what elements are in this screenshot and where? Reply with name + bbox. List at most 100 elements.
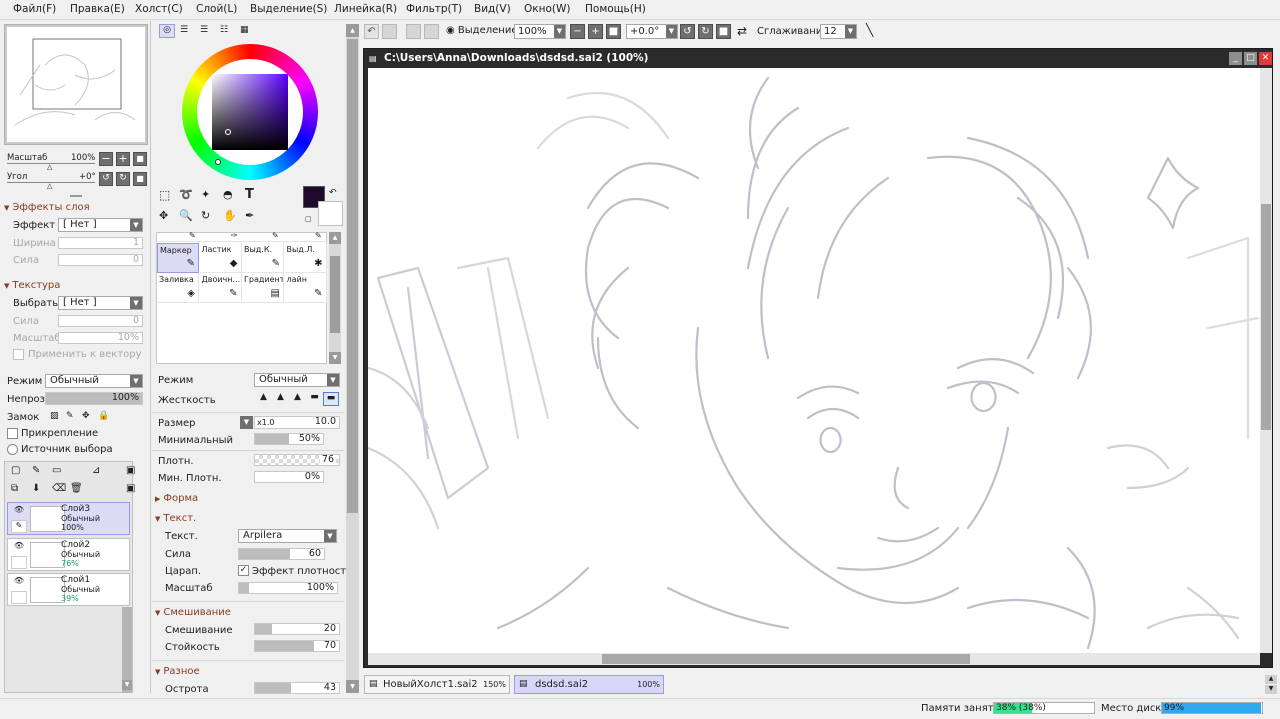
sharpness-slider[interactable]: 43: [254, 682, 340, 694]
document-tab-active[interactable]: ▤ dsdsd.sai2 100%: [514, 675, 664, 694]
effect-strength-slider[interactable]: 0: [58, 254, 143, 266]
brush-texture-dropdown[interactable]: Arpilera ▼: [238, 529, 337, 543]
rotate-left-button[interactable]: ↺: [680, 24, 695, 39]
transparent-color-icon[interactable]: ▢: [305, 215, 312, 223]
mixer-tab-icon[interactable]: ☷: [220, 25, 228, 35]
zoom-reset-button[interactable]: ■: [606, 24, 621, 39]
merge-down-icon[interactable]: ⬇: [32, 483, 40, 494]
texture-strength-slider[interactable]: 0: [58, 315, 143, 327]
tool-eraser[interactable]: Ластик ◆: [199, 243, 242, 273]
scroll-up-icon[interactable]: ▲: [346, 24, 359, 37]
hardness-1-icon[interactable]: ▲: [256, 392, 271, 406]
tabs-scroll-up-icon[interactable]: ▲: [1265, 675, 1277, 684]
effect-width-slider[interactable]: 1: [58, 237, 143, 249]
saturation-value-square[interactable]: [212, 74, 288, 150]
tex-strength-slider[interactable]: 60: [238, 548, 325, 560]
rotate-tool-icon[interactable]: ↻: [201, 209, 210, 222]
new-vector-layer-icon[interactable]: ✎: [32, 465, 40, 476]
scroll-down-icon[interactable]: ▼: [329, 352, 341, 364]
lock-transparency-icon[interactable]: ▨: [50, 411, 59, 421]
new-layer-icon[interactable]: ▢: [11, 465, 20, 476]
rotate-reset-button[interactable]: ■: [716, 24, 731, 39]
hand-icon[interactable]: ✋: [223, 209, 237, 222]
scroll-thumb[interactable]: [330, 256, 340, 333]
tool-select-pen[interactable]: Выд.К. ✎: [242, 243, 284, 273]
effect-dropdown[interactable]: [ Нет ] ▼: [58, 218, 143, 232]
swap-colors-icon[interactable]: ↶: [329, 188, 337, 198]
scroll-thumb[interactable]: [1261, 204, 1271, 430]
min-size-slider[interactable]: 50%: [254, 433, 324, 445]
layer-menu-icon[interactable]: ▣: [126, 465, 135, 476]
selection-source-radio[interactable]: [7, 444, 18, 455]
empty-checkbox[interactable]: [11, 591, 27, 604]
rotation-field[interactable]: +0.0° ▼: [626, 24, 678, 39]
hardness-5-icon[interactable]: ▬: [323, 392, 339, 406]
text-tool-icon[interactable]: T: [245, 187, 254, 202]
nav-rotate-reset-button[interactable]: ■: [133, 172, 147, 186]
canvas-horizontal-scrollbar[interactable]: [368, 653, 1260, 665]
hardness-3-icon[interactable]: ▲: [290, 392, 305, 406]
scroll-thumb[interactable]: [602, 654, 970, 664]
settings-scrollbar[interactable]: ▲ ▼: [346, 24, 359, 693]
close-button[interactable]: ✕: [1259, 52, 1272, 65]
density-effect-checkbox[interactable]: ✓: [238, 565, 249, 576]
smoothing-field[interactable]: 12 ▼: [820, 24, 857, 39]
texture-dropdown[interactable]: [ Нет ] ▼: [58, 296, 143, 310]
rect-select-icon[interactable]: ⬚: [159, 188, 170, 202]
nav-rotate-right-button[interactable]: ↻: [116, 172, 130, 186]
menu-canvas[interactable]: Холст(C): [135, 3, 183, 15]
menu-view[interactable]: Вид(V): [474, 3, 511, 15]
secondary-color-swatch[interactable]: [318, 201, 343, 226]
zoom-out-button[interactable]: −: [570, 24, 585, 39]
tabs-scroll-down-icon[interactable]: ▼: [1265, 685, 1277, 694]
menu-file[interactable]: Файл(F): [13, 3, 56, 15]
tool-grid-scrollbar[interactable]: ▲ ▼: [329, 232, 341, 364]
color-wheel[interactable]: [182, 44, 318, 180]
undo-button[interactable]: ↶: [364, 24, 379, 39]
tool-liner[interactable]: лайн ✎: [284, 273, 327, 303]
misc-section-header[interactable]: ▼ Разное: [155, 666, 200, 677]
tool-marker[interactable]: Маркер ✎: [157, 243, 199, 273]
flip-icon[interactable]: ⇄: [737, 24, 747, 38]
navigator-preview[interactable]: [4, 24, 148, 145]
lock-move-icon[interactable]: ✥: [82, 411, 90, 421]
tool-gradient[interactable]: Градиент ▤: [242, 273, 284, 303]
blend-slider[interactable]: 20: [254, 623, 340, 635]
visibility-eye-icon[interactable]: 👁: [11, 576, 27, 589]
rotate-right-button[interactable]: ↻: [698, 24, 713, 39]
size-slider[interactable]: x1.0 10.0: [254, 416, 340, 429]
menu-window[interactable]: Окно(W): [524, 3, 570, 15]
texture-scale-slider[interactable]: 10%: [58, 332, 143, 344]
brush-texture-section-header[interactable]: ▼ Текст.: [155, 513, 196, 524]
nav-zoom-in-button[interactable]: +: [116, 152, 130, 166]
apply-to-vector-checkbox[interactable]: [13, 349, 24, 360]
tex-scale-slider[interactable]: 100%: [238, 582, 338, 594]
pressure-icon[interactable]: ╲: [866, 23, 873, 37]
scroll-down-icon[interactable]: ▼: [346, 680, 359, 693]
deselect-button[interactable]: [406, 24, 421, 39]
layer-row[interactable]: 👁 Слой1 Обычный 39%: [7, 573, 130, 606]
canvas-vertical-scrollbar[interactable]: [1260, 68, 1272, 653]
angle-slider-thumb[interactable]: △: [47, 182, 52, 190]
move-icon[interactable]: ✥: [159, 209, 168, 222]
menu-help[interactable]: Помощь(H): [585, 3, 646, 15]
zoom-tool-icon[interactable]: 🔍: [179, 209, 193, 222]
zoom-in-button[interactable]: +: [588, 24, 603, 39]
color-picker-cursor[interactable]: [225, 129, 231, 135]
shape-icon[interactable]: ◓: [223, 188, 233, 201]
lock-all-icon[interactable]: 🔒: [98, 411, 109, 421]
panel-resize-handle[interactable]: [70, 195, 82, 197]
magic-wand-icon[interactable]: ✦: [201, 188, 210, 201]
persistence-slider[interactable]: 70: [254, 640, 340, 652]
hardness-4-icon[interactable]: ▬: [307, 392, 322, 406]
nav-rotate-left-button[interactable]: ↺: [99, 172, 113, 186]
mixing-section-header[interactable]: ▼ Смешивание: [155, 607, 231, 618]
nav-zoom-reset-button[interactable]: ■: [133, 152, 147, 166]
selection-visibility-toggle[interactable]: ◉ Выделение: [446, 25, 517, 36]
zoom-field[interactable]: 100% ▼: [514, 24, 566, 39]
menu-layer[interactable]: Слой(L): [196, 3, 237, 15]
lasso-icon[interactable]: ➰: [179, 188, 193, 201]
copy-layer-icon[interactable]: ⧉: [11, 483, 18, 494]
redo-button[interactable]: [382, 24, 397, 39]
tool-bucket[interactable]: Заливка ◈: [157, 273, 199, 303]
